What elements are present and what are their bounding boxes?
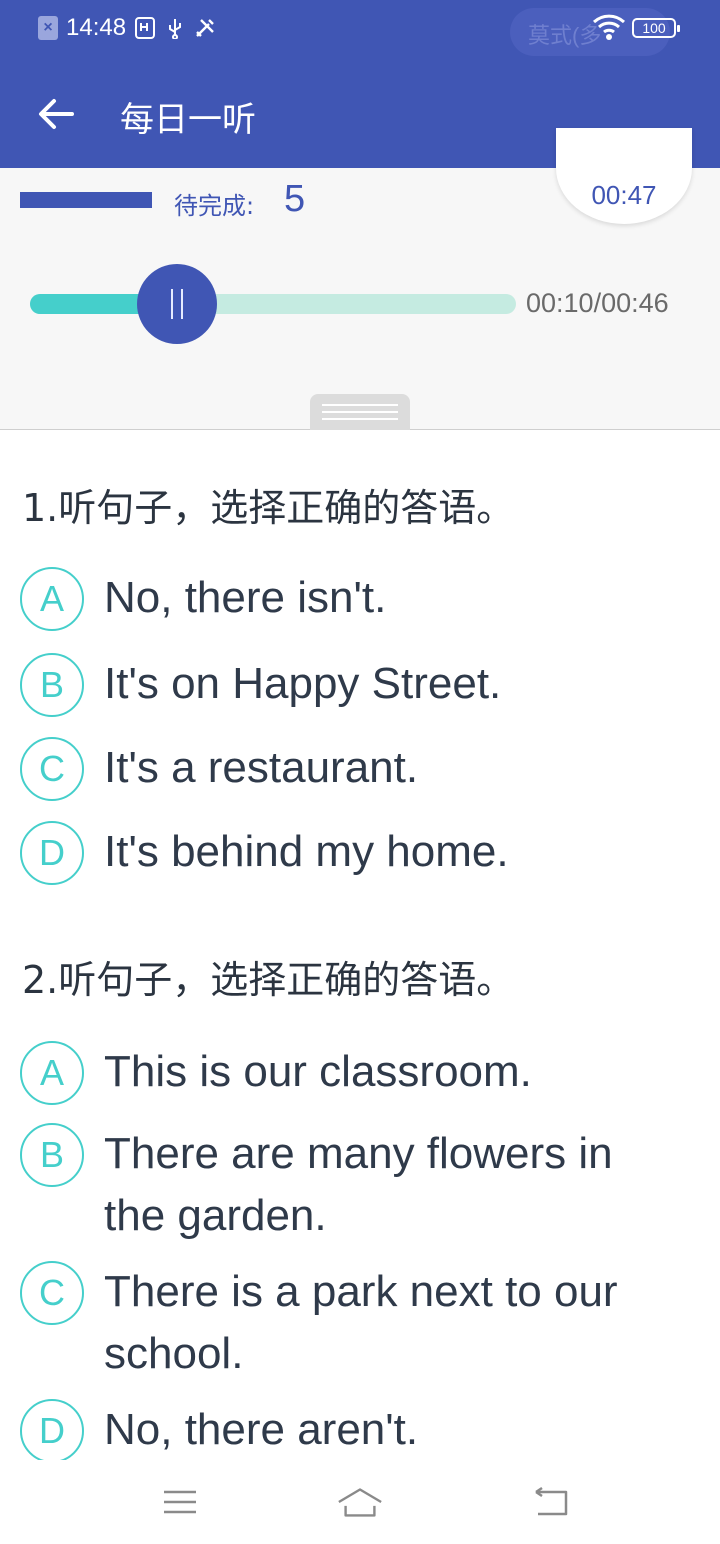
battery-icon: 100 xyxy=(632,18,680,38)
pending-count: 5 xyxy=(284,178,306,220)
notification-text: 莫式(多 xyxy=(528,23,602,48)
countdown-bubble: 00:47 xyxy=(556,128,692,224)
option-2d[interactable]: D No, there aren't. xyxy=(20,1399,700,1460)
option-text: It's on Happy Street. xyxy=(104,659,502,708)
pause-button[interactable] xyxy=(137,264,217,344)
tools-icon xyxy=(194,16,216,40)
system-nav-bar xyxy=(0,1460,720,1544)
option-letter: B xyxy=(20,653,84,717)
option-letter: C xyxy=(20,737,84,801)
option-1b[interactable]: B It's on Happy Street. xyxy=(20,653,700,717)
page-title: 每日一听 xyxy=(120,100,256,140)
question-prompt: 1.听句子，选择正确的答语。 xyxy=(22,486,515,530)
audio-seekbar[interactable] xyxy=(30,294,516,314)
option-text: It's a restaurant. xyxy=(104,743,419,792)
menu-icon xyxy=(164,1490,196,1514)
back-nav-button[interactable] xyxy=(526,1482,574,1522)
option-text: This is our classroom. xyxy=(104,1047,532,1096)
back-button[interactable] xyxy=(30,88,82,140)
status-bar: × 14:48 莫式(多 100 xyxy=(0,0,720,58)
audio-player-panel: 待完成: 5 00:47 00:10/00:46 xyxy=(0,128,720,430)
option-2c[interactable]: C There is a park next to our school. xyxy=(20,1261,700,1385)
panel-drag-handle[interactable] xyxy=(310,394,410,430)
option-letter: D xyxy=(20,1399,84,1460)
option-text: There is a park next to our school. xyxy=(104,1267,618,1378)
option-text: There are many flowers in the garden. xyxy=(104,1129,613,1240)
menu-button[interactable] xyxy=(156,1482,204,1522)
wifi-icon xyxy=(592,12,626,46)
status-time: 14:48 xyxy=(66,14,127,41)
option-2b[interactable]: B There are many flowers in the garden. xyxy=(20,1123,700,1247)
option-letter: A xyxy=(20,567,84,631)
option-text: No, there isn't. xyxy=(104,573,387,622)
sim-off-icon: × xyxy=(38,16,58,40)
return-icon xyxy=(535,1486,568,1516)
pending-label: 待完成: xyxy=(174,192,255,220)
home-button[interactable] xyxy=(336,1482,384,1522)
option-1d[interactable]: D It's behind my home. xyxy=(20,821,700,885)
option-1a[interactable]: A No, there isn't. xyxy=(20,567,700,631)
option-letter: D xyxy=(20,821,84,885)
arrow-left-icon xyxy=(39,99,74,129)
app-notification-icon xyxy=(134,16,156,40)
question-prompt: 2.听句子，选择正确的答语。 xyxy=(22,958,515,1002)
option-letter: C xyxy=(20,1261,84,1325)
usb-icon xyxy=(164,16,186,40)
option-text: It's behind my home. xyxy=(104,827,509,876)
question-list: 1.听句子，选择正确的答语。 A No, there isn't. B It's… xyxy=(0,431,720,1460)
audio-time-readout: 00:10/00:46 xyxy=(526,288,669,318)
countdown-timer: 00:47 xyxy=(591,180,657,210)
option-2a[interactable]: A This is our classroom. xyxy=(20,1041,700,1105)
option-letter: B xyxy=(20,1123,84,1187)
task-progress-bar xyxy=(20,192,152,208)
option-letter: A xyxy=(20,1041,84,1105)
status-left: × 14:48 xyxy=(38,14,216,42)
option-1c[interactable]: C It's a restaurant. xyxy=(20,737,700,801)
home-icon xyxy=(338,1488,382,1517)
option-text: No, there aren't. xyxy=(104,1405,419,1454)
pause-icon xyxy=(171,289,173,319)
